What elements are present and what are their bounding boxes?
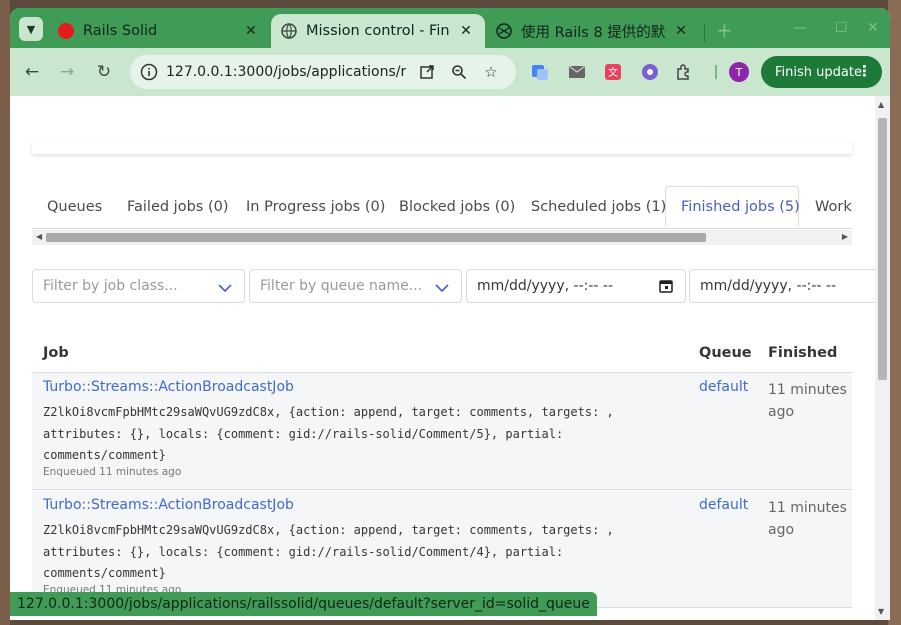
job-arguments-line: comments/comment} xyxy=(43,448,166,462)
job-arguments-line: attributes: {}, locals: {comment: gid://… xyxy=(43,544,564,559)
status-bar-url: 127.0.0.1:3000/jobs/applications/railsso… xyxy=(10,592,597,616)
date-to-value: mm/dd/yyyy, --:-- -- xyxy=(700,278,837,294)
window-close-icon[interactable]: ✕ xyxy=(867,20,879,36)
address-bar[interactable]: 127.0.0.1:3000/jobs/applications/rail...… xyxy=(130,55,516,89)
open-external-icon[interactable] xyxy=(418,63,436,81)
tab-title: Mission control - Finish xyxy=(306,23,451,39)
tab-separator xyxy=(704,24,705,42)
job-arguments-line: Z2lkOi8vcmFpbHMtc29saWQvUG9zdC8x, {actio… xyxy=(43,405,614,419)
close-icon[interactable]: ✕ xyxy=(242,23,260,39)
job-class-filter[interactable]: Filter by job class... xyxy=(32,269,245,303)
table-row: Turbo::Streams::ActionBroadcastJob Z2lkO… xyxy=(32,491,852,608)
scroll-left-icon[interactable]: ◀ xyxy=(36,232,42,241)
reload-icon[interactable]: ↻ xyxy=(92,60,116,84)
tab-scheduled-jobs[interactable]: Scheduled jobs (1) xyxy=(516,186,681,227)
job-class-placeholder: Filter by job class... xyxy=(43,278,178,294)
horizontal-scrollbar[interactable]: ◀ ▶ xyxy=(32,230,852,245)
column-header-finished: Finished xyxy=(768,345,838,361)
zoom-icon[interactable] xyxy=(450,63,468,81)
job-tabs: Queues Failed jobs (0) In Progress jobs … xyxy=(32,186,852,229)
scroll-right-icon[interactable]: ▶ xyxy=(842,232,848,241)
close-icon[interactable]: ✕ xyxy=(457,23,475,39)
chevron-down-icon xyxy=(435,281,449,297)
table-row: Turbo::Streams::ActionBroadcastJob Z2lkO… xyxy=(32,373,852,490)
globe-icon xyxy=(281,23,297,39)
profile-avatar[interactable]: T xyxy=(729,62,749,82)
finish-update-button[interactable]: Finish update ⋮ xyxy=(761,56,882,88)
column-header-queue: Queue xyxy=(699,345,752,361)
scroll-up-icon[interactable]: ▲ xyxy=(878,100,884,109)
finished-time: 11 minutes ago xyxy=(768,500,847,538)
header-card xyxy=(32,140,852,154)
queue-link[interactable]: default xyxy=(699,497,748,513)
finished-time: 11 minutes ago xyxy=(768,382,847,420)
queue-name-placeholder: Filter by queue name... xyxy=(260,278,423,294)
finish-update-label: Finish update xyxy=(775,64,862,80)
enqueued-time: Enqueued 11 minutes ago xyxy=(43,466,182,478)
forward-icon[interactable]: → xyxy=(55,60,79,84)
tab-workers[interactable]: Workers xyxy=(800,186,852,227)
scroll-down-icon[interactable]: ▼ xyxy=(878,607,884,616)
tab-rails-8[interactable]: 使用 Rails 8 提供的默认 ✕ xyxy=(486,14,700,48)
site-info-icon[interactable] xyxy=(140,63,158,81)
svg-text:文: 文 xyxy=(608,66,618,79)
new-tab-button[interactable]: + xyxy=(716,18,733,42)
vertical-scrollbar[interactable]: ▲ ▼ xyxy=(875,96,890,620)
minimize-icon[interactable]: — xyxy=(793,20,807,36)
translate-extension-icon-2[interactable]: 文 xyxy=(603,62,623,82)
back-icon[interactable]: ← xyxy=(20,60,44,84)
page-content: Queues Failed jobs (0) In Progress jobs … xyxy=(10,96,890,620)
job-arguments-line: Z2lkOi8vcmFpbHMtc29saWQvUG9zdC8x, {actio… xyxy=(43,523,614,537)
github-like-icon xyxy=(496,23,512,39)
desktop-background xyxy=(0,0,10,625)
tab-strip: ▼ Rails Solid ✕ Mission control - Finish… xyxy=(10,8,890,48)
translate-extension-icon[interactable] xyxy=(530,62,550,82)
job-arguments: Z2lkOi8vcmFpbHMtc29saWQvUG9zdC8x, {actio… xyxy=(43,520,643,585)
job-class-link[interactable]: Turbo::Streams::ActionBroadcastJob xyxy=(43,497,294,513)
tab-title: 使用 Rails 8 提供的默认 xyxy=(521,24,666,41)
tab-finished-jobs[interactable]: Finished jobs (5) xyxy=(665,186,800,227)
tab-mission-control[interactable]: Mission control - Finish ✕ xyxy=(271,14,485,48)
date-from-input[interactable]: mm/dd/yyyy, --:-- -- xyxy=(466,269,686,303)
tab-title: Rails Solid xyxy=(83,23,158,39)
url-path: :3000/jobs/applications/rail... xyxy=(232,64,406,80)
job-class-link[interactable]: Turbo::Streams::ActionBroadcastJob xyxy=(43,379,294,395)
chevron-down-icon: ▼ xyxy=(26,22,36,36)
tab-failed-jobs[interactable]: Failed jobs (0) xyxy=(112,186,244,227)
mail-extension-icon[interactable] xyxy=(567,62,587,82)
chevron-down-icon xyxy=(218,281,232,297)
circle-extension-icon[interactable] xyxy=(640,62,660,82)
tab-rails-solid[interactable]: Rails Solid ✕ xyxy=(48,14,270,48)
browser-window: ▼ Rails Solid ✕ Mission control - Finish… xyxy=(10,8,890,620)
tab-search-button[interactable]: ▼ xyxy=(19,17,43,41)
bookmark-star-icon[interactable]: ☆ xyxy=(482,63,500,81)
url-host: 127.0.0.1 xyxy=(166,64,233,80)
scrollbar-thumb[interactable] xyxy=(878,118,887,380)
date-to-input[interactable]: mm/dd/yyyy, --:-- -- xyxy=(689,269,879,303)
calendar-icon[interactable] xyxy=(659,279,673,297)
job-arguments: Z2lkOi8vcmFpbHMtc29saWQvUG9zdC8x, {actio… xyxy=(43,402,643,467)
tab-in-progress-jobs[interactable]: In Progress jobs (0) xyxy=(231,186,400,227)
scrollbar-thumb[interactable] xyxy=(46,233,706,242)
maximize-icon[interactable]: ☐ xyxy=(835,20,848,36)
queue-link[interactable]: default xyxy=(699,379,748,395)
date-from-value: mm/dd/yyyy, --:-- -- xyxy=(477,278,614,294)
extensions-puzzle-icon[interactable] xyxy=(674,62,694,82)
queue-name-filter[interactable]: Filter by queue name... xyxy=(249,269,462,303)
url-text[interactable]: 127.0.0.1:3000/jobs/applications/rail... xyxy=(166,64,406,80)
tab-blocked-jobs[interactable]: Blocked jobs (0) xyxy=(384,186,530,227)
browser-toolbar: ← → ↻ 127.0.0.1:3000/jobs/applications/r… xyxy=(10,48,890,96)
job-arguments-line: comments/comment} xyxy=(43,566,166,580)
toolbar-divider: | xyxy=(713,64,719,80)
close-icon[interactable]: ✕ xyxy=(672,23,690,39)
column-header-job: Job xyxy=(43,345,69,361)
job-arguments-line: attributes: {}, locals: {comment: gid://… xyxy=(43,426,564,441)
red-circle-icon xyxy=(58,23,74,39)
kebab-menu-icon[interactable]: ⋮ xyxy=(857,63,872,79)
tab-queues[interactable]: Queues xyxy=(32,186,117,227)
